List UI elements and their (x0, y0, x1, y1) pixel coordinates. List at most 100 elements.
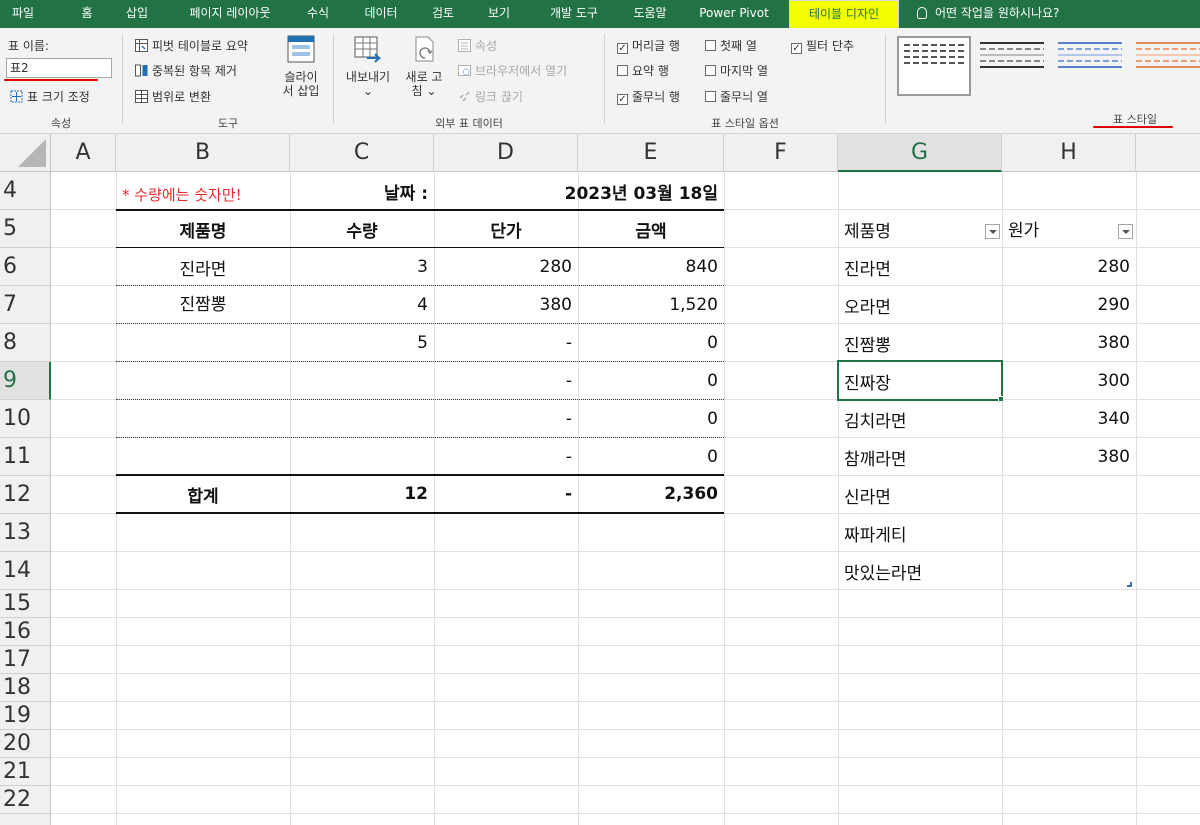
unlink-button[interactable]: 링크 끊기 (458, 88, 523, 105)
insert-slicer-button[interactable]: 슬라이 서 삽입 (278, 34, 324, 98)
row-header-8[interactable]: 8 (0, 324, 51, 362)
row-header-12[interactable]: 12 (0, 476, 51, 514)
active-cell-selection[interactable] (837, 360, 1003, 401)
cost-value-cell[interactable]: 340 (1002, 400, 1136, 438)
cost-name-cell[interactable]: 맛있는라면 (838, 552, 1002, 590)
item-qty-cell[interactable]: 3 (290, 248, 434, 286)
row-header-19[interactable]: 19 (0, 702, 51, 730)
resize-table-button[interactable]: 표 크기 조정 (10, 88, 90, 105)
item-price-cell[interactable]: - (434, 324, 578, 362)
header-row-checkbox[interactable]: ✓ 머리글 행 (617, 37, 680, 54)
tab-data[interactable]: 데이터 (356, 0, 406, 28)
item-price-cell[interactable]: - (434, 362, 578, 400)
cost-table-header-name[interactable]: 제품명 (838, 210, 1002, 248)
tab-help[interactable]: 도움말 (625, 0, 675, 28)
date-label-cell[interactable]: 날짜 : (290, 172, 434, 210)
item-name-cell[interactable] (116, 362, 290, 400)
total-label-cell[interactable]: 합계 (116, 476, 290, 512)
item-qty-cell[interactable] (290, 362, 434, 400)
cost-name-cell[interactable]: 신라면 (838, 476, 1002, 514)
worksheet-grid[interactable]: A B C D E F G H 4 5 6 7 8 9 10 11 12 13 … (0, 134, 1200, 825)
tab-review[interactable]: 검토 (423, 0, 463, 28)
column-header-d[interactable]: D (434, 134, 578, 172)
cost-value-cell[interactable]: 300 (1002, 362, 1136, 400)
tab-formulas[interactable]: 수식 (298, 0, 338, 28)
row-header-13[interactable]: 13 (0, 514, 51, 552)
filter-dropdown-icon[interactable] (1118, 224, 1133, 239)
item-qty-cell[interactable] (290, 438, 434, 476)
item-price-cell[interactable]: - (434, 438, 578, 476)
row-header-6[interactable]: 6 (0, 248, 51, 286)
cost-name-cell[interactable]: 진라면 (838, 248, 1002, 286)
pivot-summary-button[interactable]: 피벗 테이블로 요약 (135, 37, 248, 54)
total-price-cell[interactable]: - (434, 476, 578, 512)
row-header-5[interactable]: 5 (0, 210, 51, 248)
tab-insert[interactable]: 삽입 (117, 0, 157, 28)
table-style-swatch[interactable] (975, 36, 1049, 96)
export-button[interactable]: 내보내기 ⌄ (344, 34, 392, 98)
open-in-browser-button[interactable]: 브라우저에서 열기 (458, 62, 567, 79)
row-header-16[interactable]: 16 (0, 618, 51, 646)
item-name-cell[interactable] (116, 400, 290, 438)
first-column-checkbox[interactable]: 첫째 열 (705, 37, 757, 54)
row-header-7[interactable]: 7 (0, 286, 51, 324)
item-qty-cell[interactable]: 5 (290, 324, 434, 362)
item-price-cell[interactable]: - (434, 400, 578, 438)
tab-power-pivot[interactable]: Power Pivot (692, 0, 776, 28)
cost-name-cell[interactable]: 김치라면 (838, 400, 1002, 438)
cost-table-header-cost[interactable]: 원가 (1002, 210, 1136, 248)
cost-value-cell[interactable]: 290 (1002, 286, 1136, 324)
header-product-name[interactable]: 제품명 (116, 210, 290, 248)
cost-name-cell[interactable]: 진짬뽕 (838, 324, 1002, 362)
convert-to-range-button[interactable]: 범위로 변환 (135, 88, 211, 105)
remove-duplicates-button[interactable]: 중복된 항목 제거 (135, 62, 237, 79)
item-name-cell[interactable] (116, 438, 290, 476)
table-style-swatch[interactable] (1053, 36, 1127, 96)
row-header-11[interactable]: 11 (0, 438, 51, 476)
date-value-cell[interactable]: 2023년 03월 18일 (434, 172, 724, 210)
tab-file[interactable]: 파일 (6, 0, 40, 28)
row-header-10[interactable]: 10 (0, 400, 51, 438)
item-amount-cell[interactable]: 0 (578, 400, 724, 438)
cost-value-cell[interactable]: 380 (1002, 438, 1136, 476)
cost-value-cell[interactable]: 280 (1002, 248, 1136, 286)
row-header-9[interactable]: 9 (0, 362, 51, 400)
cost-value-cell[interactable] (1002, 514, 1136, 552)
column-header-f[interactable]: F (724, 134, 838, 172)
item-name-cell[interactable]: 진짬뽕 (116, 286, 290, 324)
banded-columns-checkbox[interactable]: 줄무늬 열 (705, 88, 768, 105)
cost-name-cell[interactable]: 짜파게티 (838, 514, 1002, 552)
column-header-c[interactable]: C (290, 134, 434, 172)
row-header-17[interactable]: 17 (0, 646, 51, 674)
tell-me-search[interactable]: 어떤 작업을 원하시나요? (917, 0, 1059, 28)
cost-name-cell[interactable]: 참깨라면 (838, 438, 1002, 476)
column-header-a[interactable]: A (51, 134, 116, 172)
header-quantity[interactable]: 수량 (290, 210, 434, 248)
column-header-e[interactable]: E (578, 134, 724, 172)
total-qty-cell[interactable]: 12 (290, 476, 434, 512)
column-header-g[interactable]: G (838, 134, 1002, 172)
total-row-checkbox[interactable]: 요약 행 (617, 62, 669, 79)
tab-developer[interactable]: 개발 도구 (537, 0, 611, 28)
row-header-20[interactable]: 20 (0, 730, 51, 758)
item-name-cell[interactable] (116, 324, 290, 362)
row-header-18[interactable]: 18 (0, 674, 51, 702)
refresh-button[interactable]: 새로 고 침 ⌄ (400, 34, 448, 98)
last-column-checkbox[interactable]: 마지막 열 (705, 62, 768, 79)
item-amount-cell[interactable]: 0 (578, 324, 724, 362)
column-header-h[interactable]: H (1002, 134, 1136, 172)
table-properties-button[interactable]: 속성 (458, 37, 497, 54)
note-cell[interactable]: * 수량에는 숫자만! (116, 172, 290, 210)
tab-table-design[interactable]: 테이블 디자인 (789, 0, 899, 28)
fill-handle[interactable] (998, 396, 1004, 402)
row-header-22[interactable]: 22 (0, 786, 51, 814)
table-style-swatch[interactable] (897, 36, 971, 96)
row-header-21[interactable]: 21 (0, 758, 51, 786)
tab-view[interactable]: 보기 (479, 0, 519, 28)
tab-page-layout[interactable]: 페이지 레이아웃 (175, 0, 285, 28)
filter-dropdown-icon[interactable] (985, 224, 1000, 239)
item-amount-cell[interactable]: 0 (578, 362, 724, 400)
table-style-swatch[interactable] (1131, 36, 1200, 96)
item-price-cell[interactable]: 280 (434, 248, 578, 286)
column-header-b[interactable]: B (116, 134, 290, 172)
